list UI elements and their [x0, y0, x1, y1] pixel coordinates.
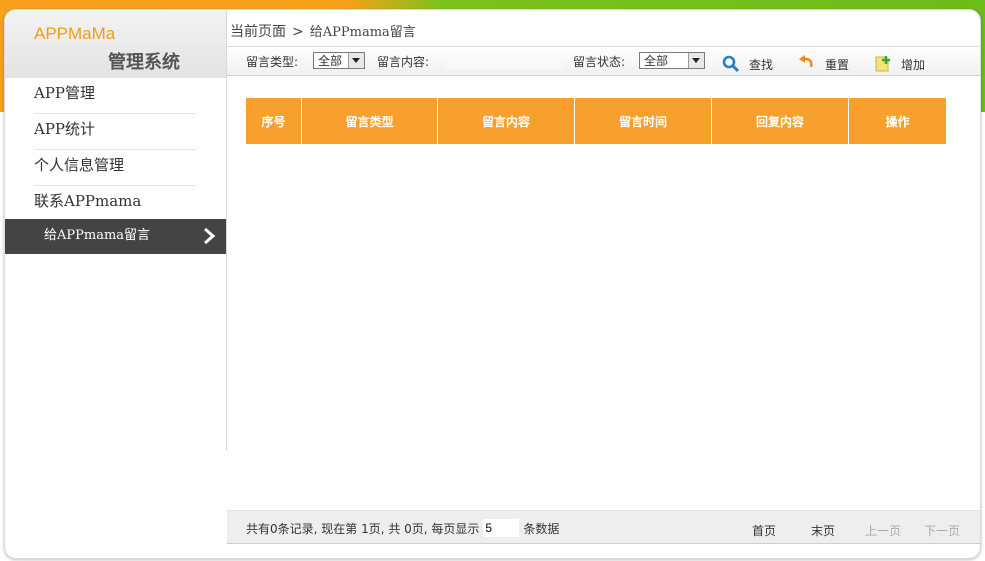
- column-header-content: 留言内容: [438, 98, 575, 144]
- add-note-icon: [875, 56, 890, 72]
- breadcrumb: 当前页面 > 给APPmama留言: [230, 20, 416, 44]
- filter-toolbar: 留言类型: 全部 留言内容: 留言状态: 全部 查找 重置 增加: [227, 46, 980, 76]
- first-page-link[interactable]: 首页: [752, 522, 776, 539]
- type-filter-value: 全部: [318, 54, 343, 68]
- type-filter-label: 留言类型:: [246, 55, 299, 69]
- add-button-label: 增加: [901, 58, 926, 72]
- search-icon: [722, 55, 740, 73]
- logo-text-en: APPMaMa: [34, 24, 116, 43]
- sidebar-item-contact[interactable]: 联系APPmama: [34, 186, 196, 222]
- search-button[interactable]: 查找: [721, 51, 773, 73]
- status-filter-select[interactable]: 全部: [639, 52, 705, 69]
- messages-table-header: 序号 留言类型 留言内容 留言时间 回复内容 操作: [246, 98, 946, 144]
- sidebar-item-app-manage[interactable]: APP管理: [34, 78, 196, 114]
- logo-text-cn: 管理系统: [108, 52, 180, 73]
- chevron-down-icon: [348, 53, 364, 68]
- sidebar-item-profile[interactable]: 个人信息管理: [34, 150, 196, 186]
- breadcrumb-root: 当前页面: [230, 24, 286, 40]
- content-filter-input[interactable]: [445, 52, 563, 69]
- chevron-right-icon: [204, 228, 216, 244]
- pagination-summary: 共有0条记录, 现在第 1页, 共 0页, 每页显示 条数据: [246, 519, 559, 537]
- sidebar-subitem-message[interactable]: 给APPmama留言: [5, 219, 226, 254]
- content-filter-label: 留言内容:: [377, 55, 430, 69]
- reset-button-label: 重置: [825, 58, 850, 72]
- sidebar-menu: APP管理 APP统计 个人信息管理 联系APPmama: [5, 78, 226, 222]
- column-header-actions: 操作: [885, 114, 910, 129]
- pagination-summary-prefix: 共有0条记录, 现在第 1页, 共 0页, 每页显示: [246, 521, 480, 536]
- sidebar-item-app-stats[interactable]: APP统计: [34, 114, 196, 150]
- breadcrumb-current: 给APPmama留言: [309, 25, 416, 40]
- column-header-time: 留言时间: [575, 98, 712, 144]
- column-header-reply: 回复内容: [712, 98, 849, 144]
- column-header-index: 序号: [246, 98, 302, 144]
- breadcrumb-separator: >: [292, 24, 304, 40]
- logo: APPMaMa 管理系统: [5, 10, 226, 78]
- type-filter-select[interactable]: 全部: [313, 52, 365, 69]
- pagination-bar: 共有0条记录, 现在第 1页, 共 0页, 每页显示 条数据 首页 末页 上一页…: [227, 510, 980, 544]
- next-page-link[interactable]: 下一页: [924, 522, 960, 539]
- main-frame: APPMaMa 管理系统 APP管理 APP统计 个人信息管理 联系APPmam…: [4, 9, 981, 559]
- sidebar-divider: [226, 10, 227, 450]
- reset-button[interactable]: 重置: [797, 51, 849, 73]
- column-header-type: 留言类型: [302, 98, 438, 144]
- prev-page-link[interactable]: 上一页: [865, 522, 901, 539]
- undo-icon: [799, 55, 813, 68]
- status-filter-value: 全部: [644, 54, 669, 68]
- page-size-input[interactable]: [483, 519, 520, 537]
- last-page-link[interactable]: 末页: [811, 522, 835, 539]
- pagination-summary-suffix: 条数据: [523, 521, 560, 536]
- sidebar-subitem-label: 给APPmama留言: [44, 228, 151, 243]
- sidebar: APPMaMa 管理系统 APP管理 APP统计 个人信息管理 联系APPmam…: [5, 10, 226, 450]
- chevron-down-icon: [688, 53, 704, 68]
- search-button-label: 查找: [749, 58, 774, 72]
- status-filter-label: 留言状态:: [573, 55, 626, 69]
- add-button[interactable]: 增加: [873, 51, 925, 73]
